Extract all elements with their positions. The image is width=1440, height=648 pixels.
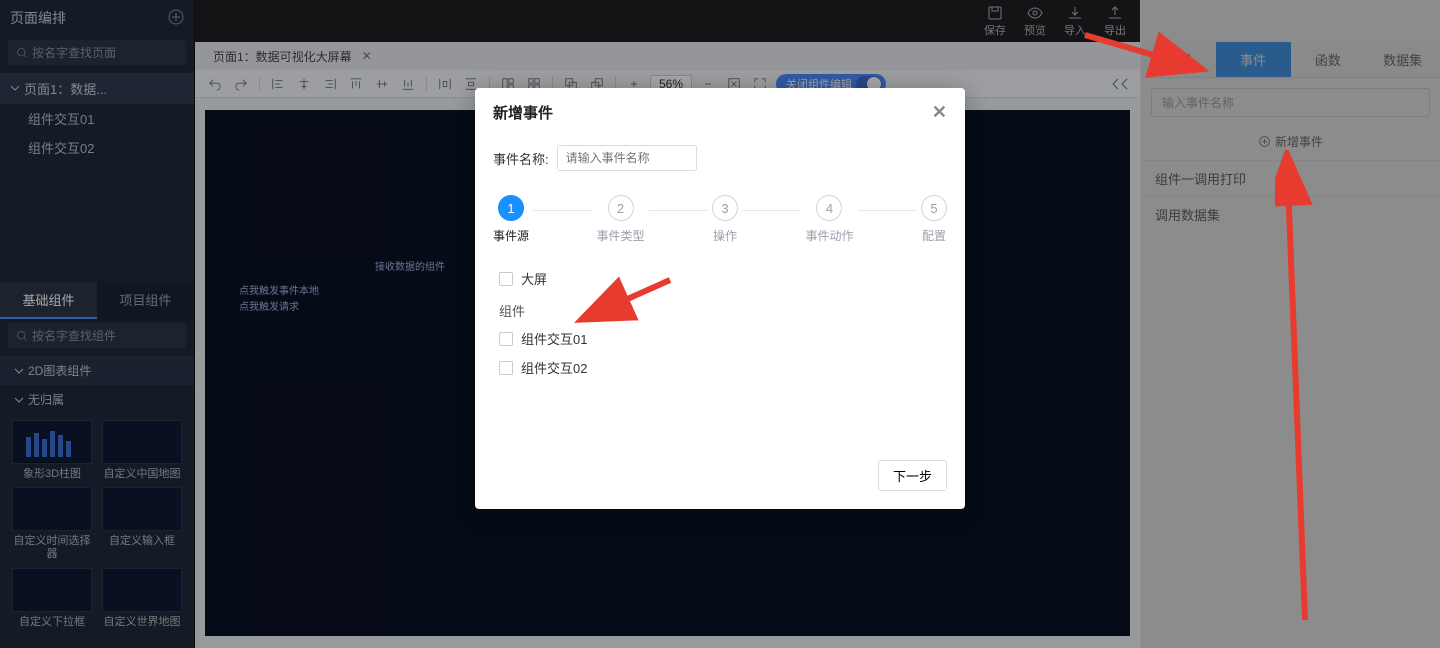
step-action[interactable]: 4事件动作 xyxy=(805,195,853,244)
checkbox-icon xyxy=(499,332,513,346)
group-component-label: 组件 xyxy=(499,293,941,324)
checkbox-component[interactable]: 组件交互01 xyxy=(499,324,941,353)
close-icon[interactable]: ✕ xyxy=(932,102,947,123)
add-event-modal: 新增事件 ✕ 事件名称: 1事件源 2事件类型 3操作 4事件动作 5配置 大屏… xyxy=(475,88,965,509)
step-config[interactable]: 5配置 xyxy=(921,195,947,244)
checkbox-icon xyxy=(499,361,513,375)
step-source[interactable]: 1事件源 xyxy=(493,195,529,244)
modal-backdrop[interactable]: 新增事件 ✕ 事件名称: 1事件源 2事件类型 3操作 4事件动作 5配置 大屏… xyxy=(0,0,1440,648)
checkbox-component[interactable]: 组件交互02 xyxy=(499,353,941,382)
event-name-label: 事件名称: xyxy=(493,149,549,168)
checkbox-icon xyxy=(499,272,513,286)
event-name-input[interactable] xyxy=(557,145,697,171)
modal-title: 新增事件 xyxy=(493,102,553,123)
next-button[interactable]: 下一步 xyxy=(878,460,947,491)
step-operation[interactable]: 3操作 xyxy=(712,195,738,244)
wizard-steps: 1事件源 2事件类型 3操作 4事件动作 5配置 xyxy=(475,185,965,250)
checkbox-bigscreen[interactable]: 大屏 xyxy=(499,264,941,293)
step-type[interactable]: 2事件类型 xyxy=(597,195,645,244)
